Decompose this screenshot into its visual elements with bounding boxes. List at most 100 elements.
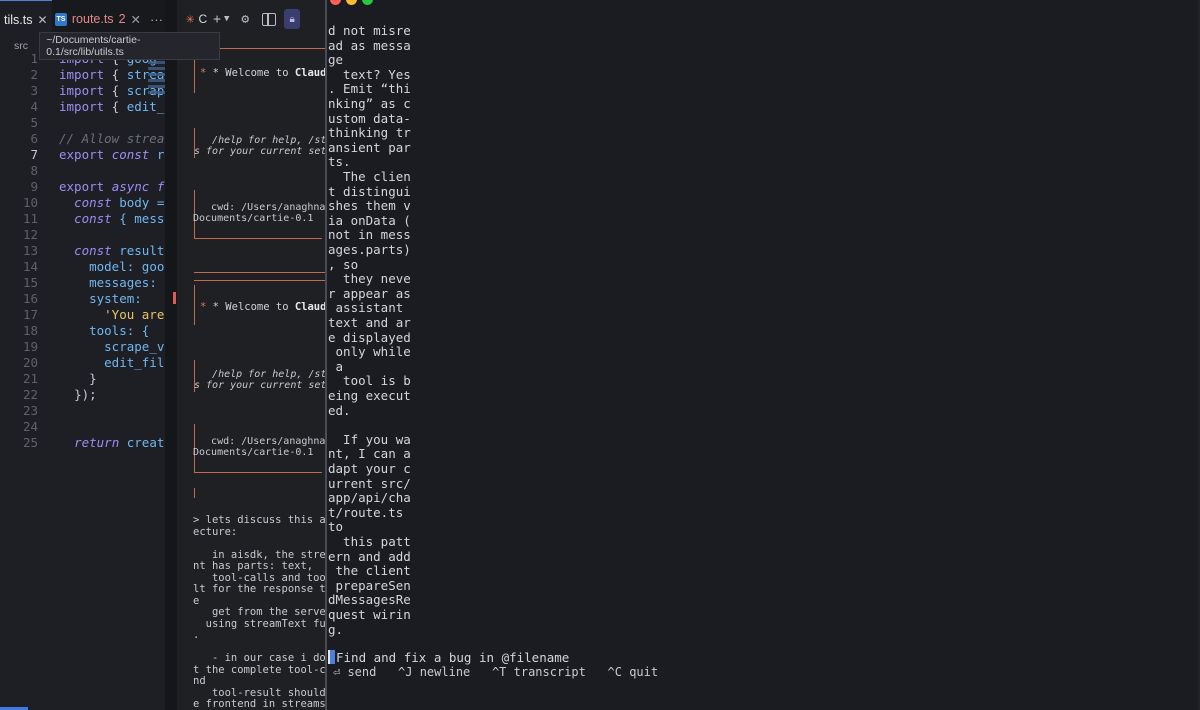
line-number: 25	[22, 435, 38, 450]
code-line[interactable]: 14 model: goo	[0, 259, 165, 275]
code-text: const result	[74, 243, 165, 258]
terminal-output-line: , so	[328, 256, 359, 272]
terminal-window[interactable]: d not misre ad as messa ge text? Yes. Emit…	[325, 0, 1200, 710]
code-line[interactable]: 22 });	[0, 387, 165, 403]
new-terminal-plus-icon[interactable]: +	[213, 12, 221, 27]
line-number: 15	[22, 275, 38, 290]
openai-gear-icon[interactable]: ⚙	[241, 12, 249, 27]
minimap[interactable]	[148, 58, 165, 128]
code-line[interactable]: 24	[0, 419, 165, 435]
code-line[interactable]: 2 import { strea	[0, 67, 165, 83]
keyboard-hints: ⏎ send ^J newline ^T transcript ^C quit	[333, 665, 659, 679]
code-line[interactable]: 21 }	[0, 371, 165, 387]
code-line[interactable]: 15 messages:	[0, 275, 165, 291]
line-number: 4	[30, 99, 38, 114]
code-text: tools: {	[89, 323, 150, 338]
code-line[interactable]: 23	[0, 403, 165, 419]
terminal-output-line: text? Yes	[328, 66, 411, 82]
line-number: 10	[22, 195, 38, 210]
code-line[interactable]: 7 export const r	[0, 147, 165, 163]
help-text: /help for help, /st s for your current s…	[194, 369, 325, 391]
terminal-output-line: e displayed	[328, 329, 411, 345]
code-line[interactable]: 11 const { mess	[0, 211, 165, 227]
welcome-message: * * Welcome to Claude C	[200, 67, 325, 79]
line-number: 7	[30, 147, 38, 162]
terminal-output-line: r appear as	[328, 285, 411, 301]
code-line[interactable]: 8	[0, 163, 165, 179]
terminal-output-line: this patt	[328, 534, 411, 549]
code-line[interactable]: 9 export async f	[0, 179, 165, 195]
close-window-button[interactable]	[330, 0, 341, 5]
code-text: export const r	[59, 147, 165, 162]
code-line[interactable]: 6 // Allow strea	[0, 131, 165, 147]
prompt-input[interactable]: Find and fix a bug in @filename	[328, 650, 569, 665]
code-text: model: goo	[89, 259, 165, 274]
terminal-output-line: to	[328, 519, 344, 535]
terminal-output-line: g.	[328, 621, 344, 637]
terminal-output-line: . Emit “thi	[328, 81, 411, 97]
terminal-output-line: t/route.ts	[328, 504, 404, 520]
claude-tab-title[interactable]: C	[198, 12, 207, 26]
breadcrumb-src[interactable]: src	[0, 40, 39, 52]
terminal-output-line: assistant	[328, 300, 404, 316]
code-line[interactable]: 16 system:	[0, 291, 165, 307]
terminal-output-line: d not misre	[328, 23, 411, 38]
code-line[interactable]: 13 const result	[0, 243, 165, 259]
code-text: export async f	[59, 179, 165, 194]
terminal-output-line: app/api/cha	[328, 490, 411, 506]
maximize-window-button[interactable]	[362, 0, 373, 5]
code-line[interactable]: 5	[0, 115, 165, 131]
code-line[interactable]: 10 const body =	[0, 195, 165, 211]
code-line[interactable]: 18 tools: {	[0, 323, 165, 339]
code-line[interactable]: 12	[0, 227, 165, 243]
git-change-marker	[173, 292, 176, 304]
terminal-output-line: If you wa	[328, 431, 411, 447]
close-icon[interactable]: ✕	[131, 12, 141, 27]
code-text: return createU	[74, 435, 165, 450]
line-number: 11	[22, 211, 38, 226]
line-number: 5	[30, 115, 38, 130]
cwd-text: cwd: /Users/anaghna Documents/cartie-0.1	[193, 436, 325, 458]
terminal-output-line: dapt your c	[328, 461, 411, 476]
code-text: system:	[89, 291, 142, 306]
code-line[interactable]: 4 import { edit_	[0, 99, 165, 115]
code-editor[interactable]: 1import { goog2import { strea3import { s…	[0, 51, 165, 451]
code-text: }	[89, 371, 97, 386]
pane-divider[interactable]	[165, 0, 177, 710]
code-text: scrape_v	[104, 339, 165, 354]
code-text: messages:	[89, 275, 157, 290]
terminal-output-line: shes them v	[328, 198, 411, 214]
close-icon[interactable]: ✕	[37, 13, 47, 27]
terminal-output-line: not in mess	[328, 227, 411, 243]
breadcrumb-path-tooltip: ~/Documents/cartie-0.1/src/lib/utils.ts	[39, 32, 220, 60]
terminal-output-line: ge	[328, 52, 344, 68]
code-line[interactable]: 3 import { scrap	[0, 83, 165, 99]
welcome-message: * * Welcome to Claude C	[200, 301, 325, 313]
chevron-down-icon[interactable]: ▼	[224, 14, 229, 24]
welcome-box-border	[194, 238, 322, 239]
terminal-output-line: a	[328, 358, 344, 374]
terminal-output-line: The clien	[328, 169, 411, 184]
code-line[interactable]: 20 edit_fil	[0, 355, 165, 371]
lock-icon[interactable]: 🔒︎	[284, 9, 301, 29]
terminal-output-line: text and ar	[328, 315, 411, 330]
split-panel-icon[interactable]	[262, 12, 277, 26]
welcome-box-border	[194, 472, 322, 473]
terminal-output-line: eing execut	[328, 388, 411, 403]
terminal-output-line: ad as messa	[328, 37, 411, 53]
code-line[interactable]: 25 return createU	[0, 435, 165, 451]
code-text: const body =	[74, 195, 165, 210]
line-number: 24	[22, 419, 38, 434]
minimize-window-button[interactable]	[346, 0, 357, 5]
line-number: 17	[22, 307, 38, 322]
code-line[interactable]: 19 scrape_v	[0, 339, 165, 355]
line-number: 8	[30, 163, 38, 178]
terminal-output-line: ed.	[328, 402, 351, 418]
help-text: /help for help, /st s for your current s…	[194, 135, 325, 157]
code-line[interactable]: 17 'You are	[0, 307, 165, 323]
terminal-output-line: ern and add	[328, 548, 411, 564]
welcome-box-border	[194, 488, 195, 498]
welcome-box-border	[194, 272, 325, 273]
terminal-output-line: nking” as c	[328, 96, 411, 111]
terminal-output-line: nt, I can a	[328, 446, 411, 462]
